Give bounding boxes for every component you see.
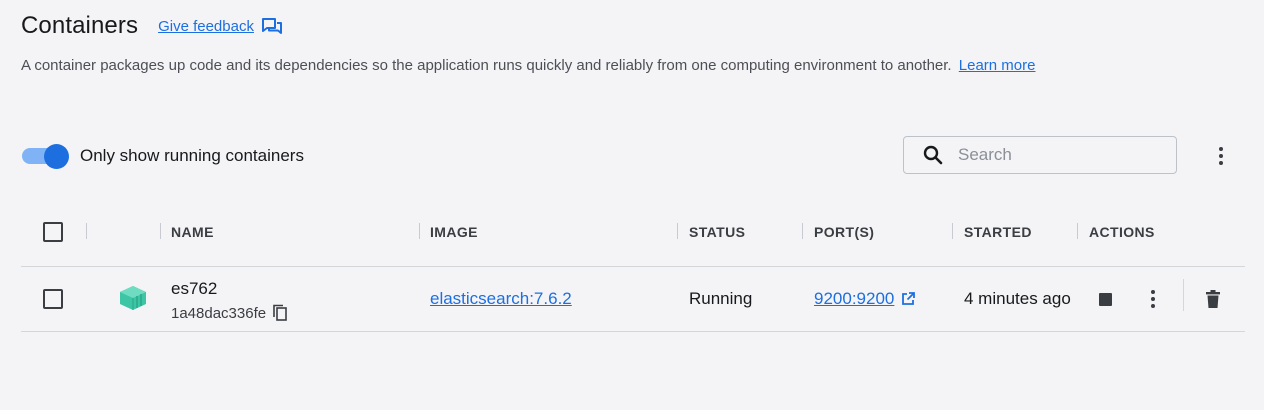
title-row: Containers Give feedback <box>21 12 283 40</box>
container-status: Running <box>689 289 753 308</box>
container-port[interactable]: 9200:9200 <box>814 289 916 309</box>
running-only-toggle[interactable]: Only show running containers <box>21 143 304 169</box>
more-options-icon[interactable] <box>1210 145 1232 167</box>
port-link[interactable]: 9200:9200 <box>814 289 894 309</box>
feedback-icon[interactable] <box>261 17 283 37</box>
trash-icon <box>1206 290 1220 308</box>
delete-button[interactable] <box>1202 288 1224 310</box>
container-id-text: 1a48dac336fe <box>171 304 267 322</box>
stop-button[interactable] <box>1095 289 1115 309</box>
actions-divider <box>1183 279 1184 311</box>
container-icon <box>119 285 147 316</box>
stop-icon <box>1098 292 1112 306</box>
select-all-checkbox[interactable] <box>43 222 63 242</box>
containers-table: NAME IMAGE STATUS PORT(S) STARTED ACTION… <box>21 204 1245 332</box>
search-input[interactable] <box>956 144 1160 166</box>
learn-more-link[interactable]: Learn more <box>959 57 1036 74</box>
column-separator <box>952 223 953 239</box>
description-text: A container packages up code and its dep… <box>21 57 952 74</box>
external-link-icon[interactable] <box>900 291 916 307</box>
container-started: 4 minutes ago <box>964 289 1071 308</box>
give-feedback-button[interactable]: Give feedback <box>158 17 283 37</box>
row-more-button[interactable] <box>1143 288 1163 310</box>
table-header: NAME IMAGE STATUS PORT(S) STARTED ACTION… <box>21 204 1245 267</box>
column-separator <box>802 223 803 239</box>
containers-page: Containers Give feedback A container pac… <box>0 0 1264 410</box>
page-title: Containers <box>21 12 139 39</box>
toggle-knob <box>44 144 69 169</box>
container-id: 1a48dac336fe <box>171 304 288 322</box>
toggle-label: Only show running containers <box>80 146 304 165</box>
column-separator <box>86 223 87 239</box>
more-vert-icon <box>1151 290 1155 308</box>
column-separator <box>160 223 161 239</box>
copy-icon[interactable] <box>272 304 288 322</box>
column-header-ports[interactable]: PORT(S) <box>814 224 874 240</box>
column-separator <box>1077 223 1078 239</box>
give-feedback-link[interactable]: Give feedback <box>158 18 254 35</box>
container-image-link[interactable]: elasticsearch:7.6.2 <box>430 289 572 309</box>
column-header-actions: ACTIONS <box>1089 224 1155 240</box>
column-header-started[interactable]: STARTED <box>964 224 1032 240</box>
row-checkbox[interactable] <box>43 289 63 309</box>
column-separator <box>419 223 420 239</box>
page-description: A container packages up code and its dep… <box>21 57 1035 74</box>
search-box[interactable] <box>903 136 1177 174</box>
column-header-status[interactable]: STATUS <box>689 224 745 240</box>
column-header-image[interactable]: IMAGE <box>430 224 478 240</box>
search-icon <box>922 144 944 166</box>
table-row[interactable]: es762 1a48dac336fe elasticsearch:7.6.2 R… <box>21 267 1245 332</box>
column-header-name[interactable]: NAME <box>171 224 214 240</box>
column-separator <box>677 223 678 239</box>
container-name[interactable]: es762 <box>171 279 217 299</box>
toggle-switch[interactable] <box>21 143 69 169</box>
